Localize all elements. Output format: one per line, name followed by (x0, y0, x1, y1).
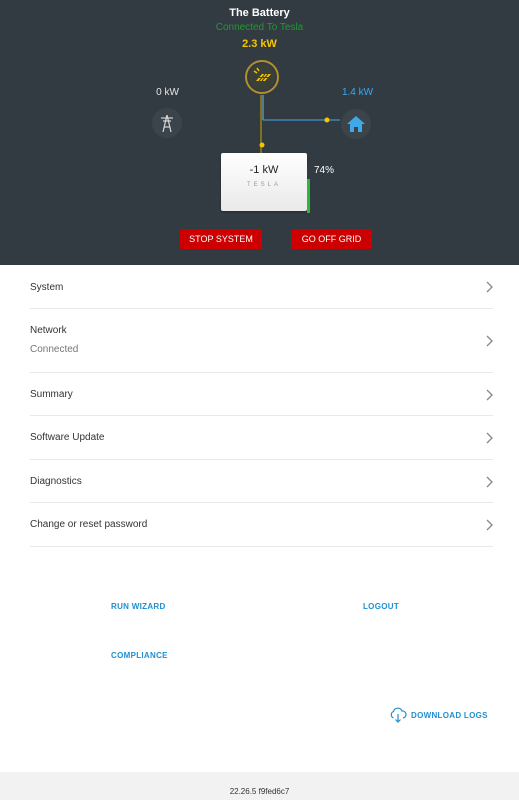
logout-link[interactable]: LOGOUT (363, 602, 399, 611)
chevron-right-icon (486, 389, 493, 401)
menu-item-label: Diagnostics (30, 476, 82, 487)
solar-node (244, 59, 280, 95)
solar-panel-icon (245, 60, 279, 94)
menu-item-change-password[interactable]: Change or reset password (30, 503, 493, 547)
settings-menu: System Network Connected Summary Softwar… (30, 265, 493, 547)
compliance-link[interactable]: COMPLIANCE (111, 651, 168, 660)
version-text: 22.26.5 f9fed6c7 (229, 787, 290, 796)
chevron-right-icon (486, 432, 493, 444)
menu-item-label: Change or reset password (30, 519, 148, 530)
menu-item-system[interactable]: System (30, 265, 493, 309)
flow-dot-home (324, 117, 330, 123)
menu-item-label: Software Update (30, 432, 105, 443)
menu-item-label: Network (30, 325, 67, 336)
chevron-right-icon (486, 335, 493, 347)
footer: 22.26.5 f9fed6c7 (0, 772, 519, 800)
house-icon (341, 109, 371, 139)
menu-item-summary[interactable]: Summary (30, 373, 493, 416)
power-flow-panel: The Battery Connected To Tesla 2.3 kW 0 … (0, 0, 519, 265)
battery-brand-label: TESLA (246, 182, 281, 188)
go-off-grid-button[interactable]: GO OFF GRID (291, 229, 372, 249)
chevron-right-icon (486, 519, 493, 531)
flow-dot-battery (259, 142, 265, 148)
menu-item-label: System (30, 282, 64, 293)
download-logs-button[interactable]: DOWNLOAD LOGS (389, 706, 499, 724)
cloud-download-icon (390, 707, 407, 723)
chevron-right-icon (486, 476, 493, 488)
run-wizard-link[interactable]: RUN WIZARD (111, 602, 166, 611)
menu-item-diagnostics[interactable]: Diagnostics (30, 460, 493, 503)
home-node (340, 108, 372, 140)
menu-item-label: Summary (30, 389, 73, 400)
battery-level-bar (307, 167, 310, 213)
menu-item-software-update[interactable]: Software Update (30, 416, 493, 460)
stop-system-button[interactable]: STOP SYSTEM (180, 229, 262, 249)
network-status-text: Connected (30, 344, 79, 355)
battery-power-value: -1 kW (249, 164, 279, 176)
power-flow-lines (259, 95, 340, 153)
download-logs-label: DOWNLOAD LOGS (411, 711, 488, 720)
menu-item-network[interactable]: Network Connected (30, 309, 493, 373)
grid-node (151, 107, 183, 139)
battery-unit: -1 kW TESLA (221, 153, 307, 211)
battery-level-fill (307, 178, 310, 213)
chevron-right-icon (486, 281, 493, 293)
battery-percent: 74% (314, 165, 335, 176)
power-tower-icon (152, 108, 182, 138)
